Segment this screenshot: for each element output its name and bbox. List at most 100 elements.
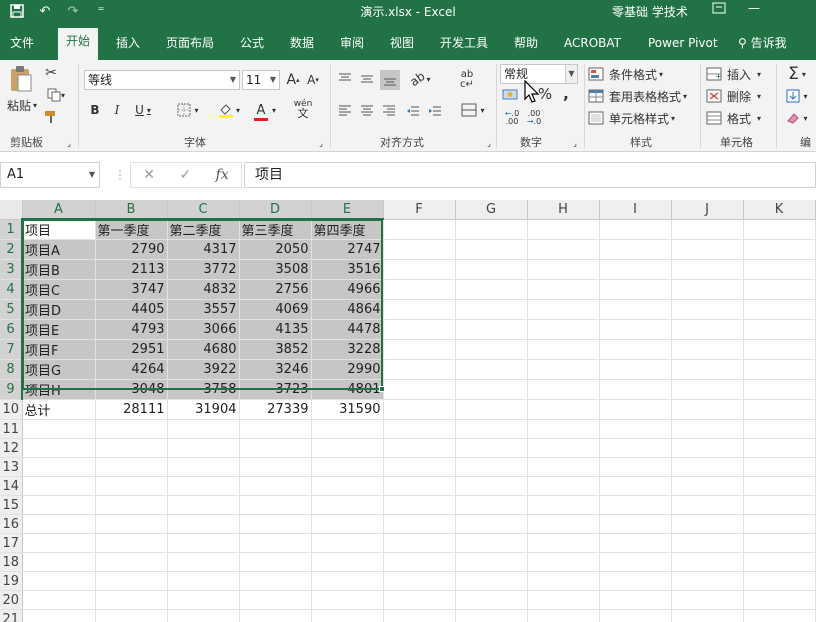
cell-j4[interactable] (671, 279, 744, 300)
cell-d3[interactable]: 3508 (239, 259, 312, 280)
row-header[interactable]: 3 (0, 259, 23, 280)
tab-formulas[interactable]: 公式 (232, 32, 272, 60)
cell-e19[interactable] (311, 571, 384, 591)
tab-view[interactable]: 视图 (382, 32, 422, 60)
name-box[interactable]: A1 ▼ (0, 162, 100, 188)
column-header-i[interactable]: I (599, 200, 672, 220)
cell-b3[interactable]: 2113 (95, 259, 168, 280)
cell-j19[interactable] (671, 571, 744, 591)
cell-f20[interactable] (383, 590, 456, 610)
cell-b8[interactable]: 4264 (95, 359, 168, 380)
cell-a17[interactable] (22, 533, 96, 553)
cell-k10[interactable] (743, 399, 816, 420)
cell-a8[interactable]: 项目G (22, 359, 96, 380)
cell-k15[interactable] (743, 495, 816, 515)
cell-i16[interactable] (599, 514, 672, 534)
cell-g16[interactable] (455, 514, 528, 534)
cell-b4[interactable]: 3747 (95, 279, 168, 300)
cell-d8[interactable]: 3246 (239, 359, 312, 380)
cell-j15[interactable] (671, 495, 744, 515)
cell-h12[interactable] (527, 438, 600, 458)
cell-c18[interactable] (167, 552, 240, 572)
cell-g14[interactable] (455, 476, 528, 496)
cell-f7[interactable] (383, 339, 456, 360)
cell-e15[interactable] (311, 495, 384, 515)
cell-a1[interactable]: 项目 (22, 219, 96, 240)
cell-c15[interactable] (167, 495, 240, 515)
tab-home[interactable]: 开始 (58, 28, 99, 60)
cell-a12[interactable] (22, 438, 96, 458)
cell-c19[interactable] (167, 571, 240, 591)
row-header[interactable]: 1 (0, 219, 23, 240)
column-header-e[interactable]: E (311, 200, 384, 220)
cell-k13[interactable] (743, 457, 816, 477)
cell-a13[interactable] (22, 457, 96, 477)
number-launcher-icon[interactable]: ⌟ (570, 138, 580, 148)
font-size-select[interactable]: 11 ▼ (242, 70, 280, 90)
cell-c9[interactable]: 3758 (167, 379, 240, 400)
cell-d5[interactable]: 4069 (239, 299, 312, 320)
cell-i6[interactable] (599, 319, 672, 340)
cell-b6[interactable]: 4793 (95, 319, 168, 340)
cell-k3[interactable] (743, 259, 816, 280)
cell-f9[interactable] (383, 379, 456, 400)
cell-f15[interactable] (383, 495, 456, 515)
cell-c16[interactable] (167, 514, 240, 534)
decrease-decimal-icon[interactable]: .00 →.0 (524, 108, 544, 128)
bottom-align-icon[interactable] (380, 70, 400, 90)
cell-c10[interactable]: 31904 (167, 399, 240, 420)
tab-developer[interactable]: 开发工具 (432, 32, 496, 60)
cell-f8[interactable] (383, 359, 456, 380)
cell-b20[interactable] (95, 590, 168, 610)
cell-f14[interactable] (383, 476, 456, 496)
cell-f21[interactable] (383, 609, 456, 622)
format-cells-button[interactable]: 格式 ▾ (706, 108, 770, 128)
cell-j12[interactable] (671, 438, 744, 458)
cell-c13[interactable] (167, 457, 240, 477)
cell-i7[interactable] (599, 339, 672, 360)
cell-h2[interactable] (527, 239, 600, 260)
cell-h18[interactable] (527, 552, 600, 572)
orientation-icon[interactable]: ab ▾ (406, 69, 434, 89)
row-header[interactable]: 18 (0, 552, 23, 572)
cell-g9[interactable] (455, 379, 528, 400)
cancel-icon[interactable]: ✕ (143, 167, 155, 183)
enter-icon[interactable]: ✓ (179, 167, 191, 183)
row-header[interactable]: 2 (0, 239, 23, 260)
cell-b10[interactable]: 28111 (95, 399, 168, 420)
cell-g8[interactable] (455, 359, 528, 380)
cell-g12[interactable] (455, 438, 528, 458)
paste-icon[interactable] (4, 64, 38, 94)
cell-a6[interactable]: 项目E (22, 319, 96, 340)
row-header[interactable]: 16 (0, 514, 23, 534)
cell-g7[interactable] (455, 339, 528, 360)
cell-d15[interactable] (239, 495, 312, 515)
cell-d19[interactable] (239, 571, 312, 591)
cell-h19[interactable] (527, 571, 600, 591)
cell-g3[interactable] (455, 259, 528, 280)
cell-d10[interactable]: 27339 (239, 399, 312, 420)
cell-e18[interactable] (311, 552, 384, 572)
cell-h3[interactable] (527, 259, 600, 280)
cell-b14[interactable] (95, 476, 168, 496)
cell-h11[interactable] (527, 419, 600, 439)
cell-g21[interactable] (455, 609, 528, 622)
tab-acrobat[interactable]: ACROBAT (556, 32, 629, 60)
cell-g5[interactable] (455, 299, 528, 320)
formula-input[interactable]: 项目 (244, 162, 816, 188)
tab-page-layout[interactable]: 页面布局 (158, 32, 222, 60)
cell-d13[interactable] (239, 457, 312, 477)
cell-f17[interactable] (383, 533, 456, 553)
cell-b16[interactable] (95, 514, 168, 534)
cell-a9[interactable]: 项目H (22, 379, 96, 400)
ribbon-display-options-icon[interactable] (712, 1, 726, 18)
cell-g13[interactable] (455, 457, 528, 477)
column-header-h[interactable]: H (527, 200, 600, 220)
cell-i2[interactable] (599, 239, 672, 260)
cell-e2[interactable]: 2747 (311, 239, 384, 260)
cell-j3[interactable] (671, 259, 744, 280)
cell-b2[interactable]: 2790 (95, 239, 168, 260)
column-header-g[interactable]: G (455, 200, 528, 220)
row-header[interactable]: 6 (0, 319, 23, 340)
row-header[interactable]: 15 (0, 495, 23, 515)
